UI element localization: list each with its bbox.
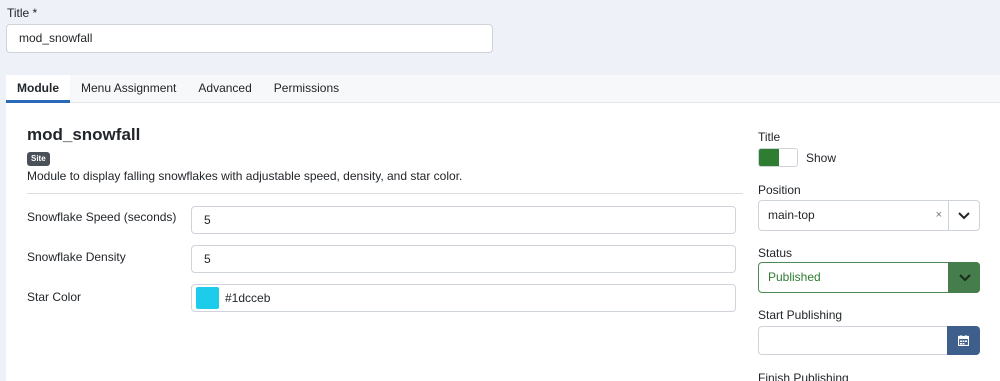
color-swatch[interactable] — [196, 287, 219, 309]
clear-icon[interactable]: × — [936, 201, 942, 230]
snowflake-speed-label: Snowflake Speed (seconds) — [27, 210, 177, 224]
finish-publishing-label: Finish Publishing — [758, 371, 849, 381]
status-select[interactable]: Published — [758, 262, 980, 293]
status-label: Status — [758, 246, 793, 260]
module-heading: mod_snowfall — [27, 125, 141, 144]
title-input[interactable]: mod_snowfall — [6, 24, 493, 53]
title-toggle-label: Title — [758, 130, 781, 144]
star-color-input[interactable]: #1dcceb — [191, 284, 736, 312]
module-description: Module to display falling snowflakes wit… — [27, 169, 463, 183]
chevron-down-icon[interactable] — [948, 262, 980, 293]
snowflake-speed-input[interactable]: 5 — [191, 206, 736, 234]
star-color-label: Star Color — [27, 290, 82, 304]
tab-bar: Module Menu Assignment Advanced Permissi… — [6, 75, 1000, 103]
calendar-icon — [958, 335, 969, 346]
calendar-button[interactable] — [947, 326, 980, 355]
divider — [27, 193, 743, 194]
title-label: Title * — [7, 6, 38, 20]
position-select[interactable]: main-top × — [758, 200, 980, 231]
tab-permissions[interactable]: Permissions — [263, 75, 350, 102]
start-publishing-input[interactable] — [758, 326, 948, 355]
tab-module[interactable]: Module — [6, 75, 70, 103]
status-value: Published — [768, 270, 821, 284]
chevron-down-icon[interactable] — [948, 201, 979, 230]
site-badge: Site — [27, 152, 50, 166]
module-panel: mod_snowfall Site Module to display fall… — [6, 103, 1000, 381]
snowflake-density-input[interactable]: 5 — [191, 245, 736, 273]
star-color-value: #1dcceb — [225, 291, 271, 305]
position-label: Position — [758, 183, 801, 197]
position-value: main-top — [768, 208, 815, 222]
tab-advanced[interactable]: Advanced — [187, 75, 262, 102]
start-publishing-label: Start Publishing — [758, 308, 843, 322]
snowflake-density-label: Snowflake Density — [27, 250, 126, 264]
tab-menu-assignment[interactable]: Menu Assignment — [70, 75, 187, 102]
toggle-on-segment — [759, 149, 779, 166]
title-show-toggle[interactable] — [758, 148, 798, 167]
toggle-show-text: Show — [806, 151, 837, 165]
